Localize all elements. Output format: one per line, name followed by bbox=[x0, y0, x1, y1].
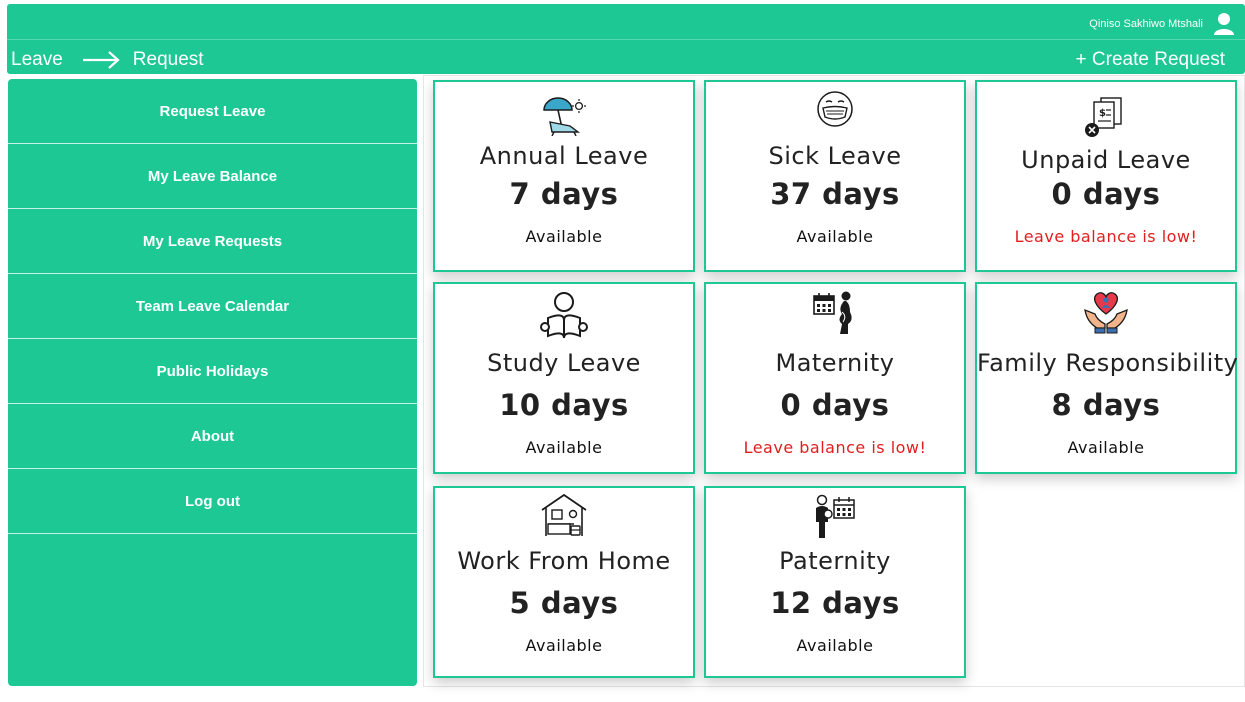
hands-heart-family-icon bbox=[1084, 292, 1128, 334]
leave-card-maternity[interactable]: Maternity 0 days Leave balance is low! bbox=[704, 282, 966, 474]
unpaid-invoice-icon: $ bbox=[1085, 97, 1122, 137]
sidebar-item-public-holidays[interactable]: Public Holidays bbox=[8, 339, 417, 404]
svg-text:$: $ bbox=[1099, 108, 1106, 119]
leave-type-title: Sick Leave bbox=[768, 142, 902, 170]
leave-status-text: Available bbox=[796, 227, 874, 246]
leave-card-annual[interactable]: Annual Leave 7 days Available bbox=[433, 80, 695, 272]
breadcrumb: Leave Request bbox=[11, 46, 204, 74]
home-office-desk-icon bbox=[541, 493, 587, 536]
sidebar-item-log-out[interactable]: Log out bbox=[8, 469, 417, 534]
sidebar-item-team-leave-calendar[interactable]: Team Leave Calendar bbox=[8, 274, 417, 339]
leave-type-title: Study Leave bbox=[487, 349, 641, 377]
sidebar-item-label: Log out bbox=[185, 492, 240, 510]
sidebar-item-my-leave-requests[interactable]: My Leave Requests bbox=[8, 209, 417, 274]
sidebar-item-request-leave[interactable]: Request Leave bbox=[8, 79, 417, 144]
leave-status-text: Available bbox=[525, 227, 603, 246]
user-name: Qiniso Sakhiwo Mtshali bbox=[1089, 18, 1203, 30]
leave-type-title: Unpaid Leave bbox=[1021, 146, 1191, 174]
leave-days-available: 0 days bbox=[1051, 177, 1161, 211]
low-balance-warning: Leave balance is low! bbox=[743, 438, 927, 457]
sidebar-item-label: Team Leave Calendar bbox=[135, 297, 290, 315]
user-menu[interactable]: Qiniso Sakhiwo Mtshali bbox=[1089, 12, 1235, 36]
leave-days-available: 37 days bbox=[770, 177, 900, 211]
sidebar-item-label: My Leave Balance bbox=[147, 167, 278, 185]
header-divider bbox=[7, 39, 1245, 40]
person-reading-book-icon bbox=[540, 292, 588, 339]
breadcrumb-request: Request bbox=[132, 49, 204, 70]
leave-card-unpaid[interactable]: $ Unpaid Leave 0 days Leave balance is l… bbox=[975, 80, 1237, 272]
face-mask-icon bbox=[817, 91, 853, 127]
user-avatar-icon[interactable] bbox=[1213, 12, 1235, 36]
top-header-bar: Qiniso Sakhiwo Mtshali Leave Request + C… bbox=[7, 4, 1245, 74]
beach-chair-umbrella-icon bbox=[543, 97, 586, 136]
sidebar-item-label: Public Holidays bbox=[156, 362, 269, 380]
leave-days-available: 12 days bbox=[770, 586, 900, 620]
leave-type-title: Paternity bbox=[779, 547, 891, 575]
sidebar-item-label: About bbox=[190, 427, 235, 445]
leave-type-title: Family Responsibility bbox=[977, 349, 1239, 377]
sidebar-item-label: My Leave Requests bbox=[142, 232, 283, 250]
leave-days-available: 8 days bbox=[1051, 388, 1161, 422]
leave-status-text: Available bbox=[525, 636, 603, 655]
arrow-right-icon bbox=[82, 51, 120, 69]
leave-type-title: Work From Home bbox=[457, 547, 671, 575]
father-baby-calendar-icon bbox=[816, 494, 855, 538]
sidebar-item-about[interactable]: About bbox=[8, 404, 417, 469]
leave-days-available: 7 days bbox=[509, 177, 619, 211]
leave-days-available: 0 days bbox=[780, 388, 890, 422]
leave-cards-panel: Annual Leave 7 days Available Sick Leave… bbox=[423, 75, 1245, 687]
leave-card-paternity[interactable]: Paternity 12 days Available bbox=[704, 486, 966, 678]
leave-status-text: Available bbox=[525, 438, 603, 457]
leave-status-text: Available bbox=[1067, 438, 1145, 457]
leave-card-study[interactable]: Study Leave 10 days Available bbox=[433, 282, 695, 474]
sidebar-item-label: Request Leave bbox=[159, 102, 266, 120]
leave-card-family-responsibility[interactable]: Family Responsibility 8 days Available bbox=[975, 282, 1239, 474]
breadcrumb-leave[interactable]: Leave bbox=[11, 49, 63, 71]
create-request-button[interactable]: + Create Request bbox=[1076, 46, 1225, 74]
sidebar-nav: Request Leave My Leave Balance My Leave … bbox=[8, 79, 417, 686]
low-balance-warning: Leave balance is low! bbox=[1014, 227, 1198, 246]
sidebar-item-my-leave-balance[interactable]: My Leave Balance bbox=[8, 144, 417, 209]
calendar-pregnant-woman-icon bbox=[813, 291, 852, 334]
leave-card-sick[interactable]: Sick Leave 37 days Available bbox=[704, 80, 966, 272]
leave-status-text: Available bbox=[796, 636, 874, 655]
leave-type-title: Maternity bbox=[775, 349, 895, 377]
leave-type-title: Annual Leave bbox=[479, 142, 649, 170]
leave-days-available: 10 days bbox=[499, 388, 629, 422]
leave-card-work-from-home[interactable]: Work From Home 5 days Available bbox=[433, 486, 695, 678]
leave-days-available: 5 days bbox=[509, 586, 619, 620]
